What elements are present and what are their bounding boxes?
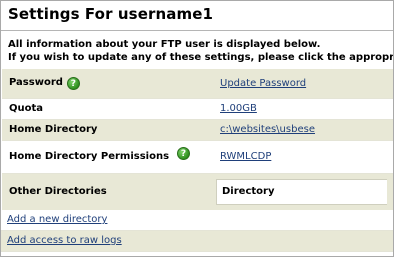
add-raw-logs-row: Add access to raw logs <box>1 231 393 252</box>
home-directory-value-cell: c:\websites\usbese <box>213 119 393 141</box>
other-directories-table-cell: Directory <box>213 173 393 211</box>
intro-text-line1: All information about your FTP user is d… <box>8 39 321 50</box>
title-divider <box>1 30 393 31</box>
home-permissions-label: Home Directory Permissions <box>9 151 170 162</box>
add-directory-link[interactable]: Add a new directory <box>7 214 107 225</box>
update-password-link[interactable]: Update Password <box>220 78 306 89</box>
row-other-directories: Other Directories Directory <box>2 173 393 211</box>
directory-column-header: Directory <box>216 178 387 205</box>
home-permissions-value-cell: RWMLCDP <box>213 140 393 174</box>
password-value-cell: Update Password <box>213 69 393 99</box>
directory-header-label: Directory <box>222 186 275 197</box>
add-directory-row: Add a new directory <box>1 210 393 231</box>
quota-label: Quota <box>2 98 213 120</box>
home-directory-label: Home Directory <box>2 119 213 141</box>
quota-value-cell: 1.00GB <box>213 98 393 120</box>
password-label-cell: Password? <box>2 69 213 99</box>
other-directories-label: Other Directories <box>2 173 213 211</box>
permissions-link[interactable]: RWMLCDP <box>220 151 271 162</box>
quota-link[interactable]: 1.00GB <box>220 103 257 114</box>
password-label: Password <box>9 76 63 88</box>
home-directory-link[interactable]: c:\websites\usbese <box>220 124 315 135</box>
settings-table: Password? Update Password Quota 1.00GB H… <box>2 69 393 211</box>
row-quota: Quota 1.00GB <box>2 98 393 120</box>
row-password: Password? Update Password <box>2 69 393 99</box>
settings-panel: Settings For username1 All information a… <box>0 0 394 257</box>
add-raw-logs-link[interactable]: Add access to raw logs <box>7 235 122 246</box>
intro-text-line2: If you wish to update any of these setti… <box>8 52 394 63</box>
help-icon[interactable]: ? <box>66 76 80 90</box>
page-title: Settings For username1 <box>8 5 214 23</box>
help-icon[interactable]: ? <box>177 147 191 160</box>
home-permissions-label-cell: Home Directory Permissions? <box>2 140 213 174</box>
row-home-permissions: Home Directory Permissions? RWMLCDP <box>2 140 393 174</box>
row-home-directory: Home Directory c:\websites\usbese <box>2 119 393 141</box>
